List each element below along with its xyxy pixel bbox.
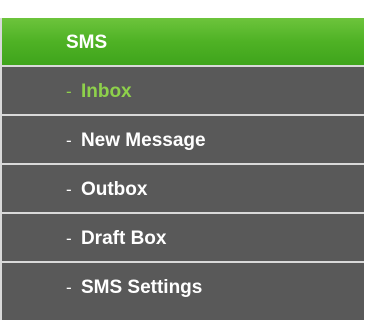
menu-item-label: SMS Settings <box>80 277 203 298</box>
dash-bullet: - <box>66 180 72 199</box>
dash-bullet: - <box>66 278 72 297</box>
dash-bullet: - <box>66 131 72 150</box>
menu-item-label: Outbox <box>80 179 148 200</box>
dash-bullet: - <box>66 82 72 101</box>
menu-header-sms[interactable]: SMS <box>2 18 364 67</box>
menu-item-new-message[interactable]: - New Message <box>2 116 364 165</box>
dash-bullet: - <box>66 229 72 248</box>
menu-header-label: SMS <box>66 32 108 53</box>
sms-sidebar-menu: SMS - Inbox - New Message - Outbox - Dra… <box>0 18 364 320</box>
menu-item-outbox[interactable]: - Outbox <box>2 165 364 214</box>
menu-item-sms-settings[interactable]: - SMS Settings <box>2 263 364 312</box>
menu-item-label: Inbox <box>80 81 132 102</box>
menu-item-draft-box[interactable]: - Draft Box <box>2 214 364 263</box>
menu-item-label: New Message <box>80 130 206 151</box>
menu-item-inbox[interactable]: - Inbox <box>2 67 364 116</box>
menu-item-label: Draft Box <box>80 228 167 249</box>
